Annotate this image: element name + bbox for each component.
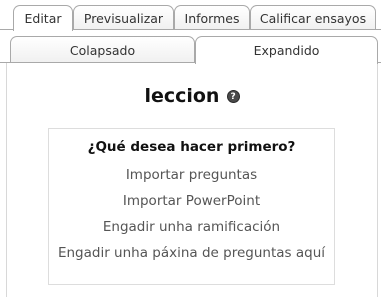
primary-tabs: Editar Previsualizar Informes Calificar … bbox=[0, 5, 381, 31]
tab-editar[interactable]: Editar bbox=[13, 5, 73, 31]
lesson-edit-screen: Editar Previsualizar Informes Calificar … bbox=[0, 0, 381, 297]
add-question-page-link[interactable]: Engadir unha páxina de preguntas aquí bbox=[49, 245, 334, 261]
tab-expandido[interactable]: Expandido bbox=[195, 36, 378, 64]
page-title: leccion bbox=[144, 85, 220, 107]
page-heading: leccion ? bbox=[7, 85, 377, 107]
question-mark-icon[interactable]: ? bbox=[226, 89, 240, 103]
add-branch-link[interactable]: Engadir unha ramificación bbox=[49, 219, 334, 235]
secondary-tabs: Colapsado Expandido bbox=[0, 36, 381, 64]
tab-previsualizar[interactable]: Previsualizar bbox=[73, 5, 174, 30]
first-action-box: ¿Qué desea hacer primero? Importar pregu… bbox=[48, 128, 335, 285]
main-content: leccion ? ¿Qué desea hacer primero? Impo… bbox=[6, 63, 378, 297]
tab-informes[interactable]: Informes bbox=[174, 5, 250, 30]
import-questions-link[interactable]: Importar preguntas bbox=[49, 167, 334, 183]
tab-calificar-ensayos[interactable]: Calificar ensayos bbox=[250, 5, 376, 30]
tab-colapsado[interactable]: Colapsado bbox=[10, 36, 195, 63]
import-powerpoint-link[interactable]: Importar PowerPoint bbox=[49, 193, 334, 209]
first-action-question: ¿Qué desea hacer primero? bbox=[87, 139, 296, 155]
